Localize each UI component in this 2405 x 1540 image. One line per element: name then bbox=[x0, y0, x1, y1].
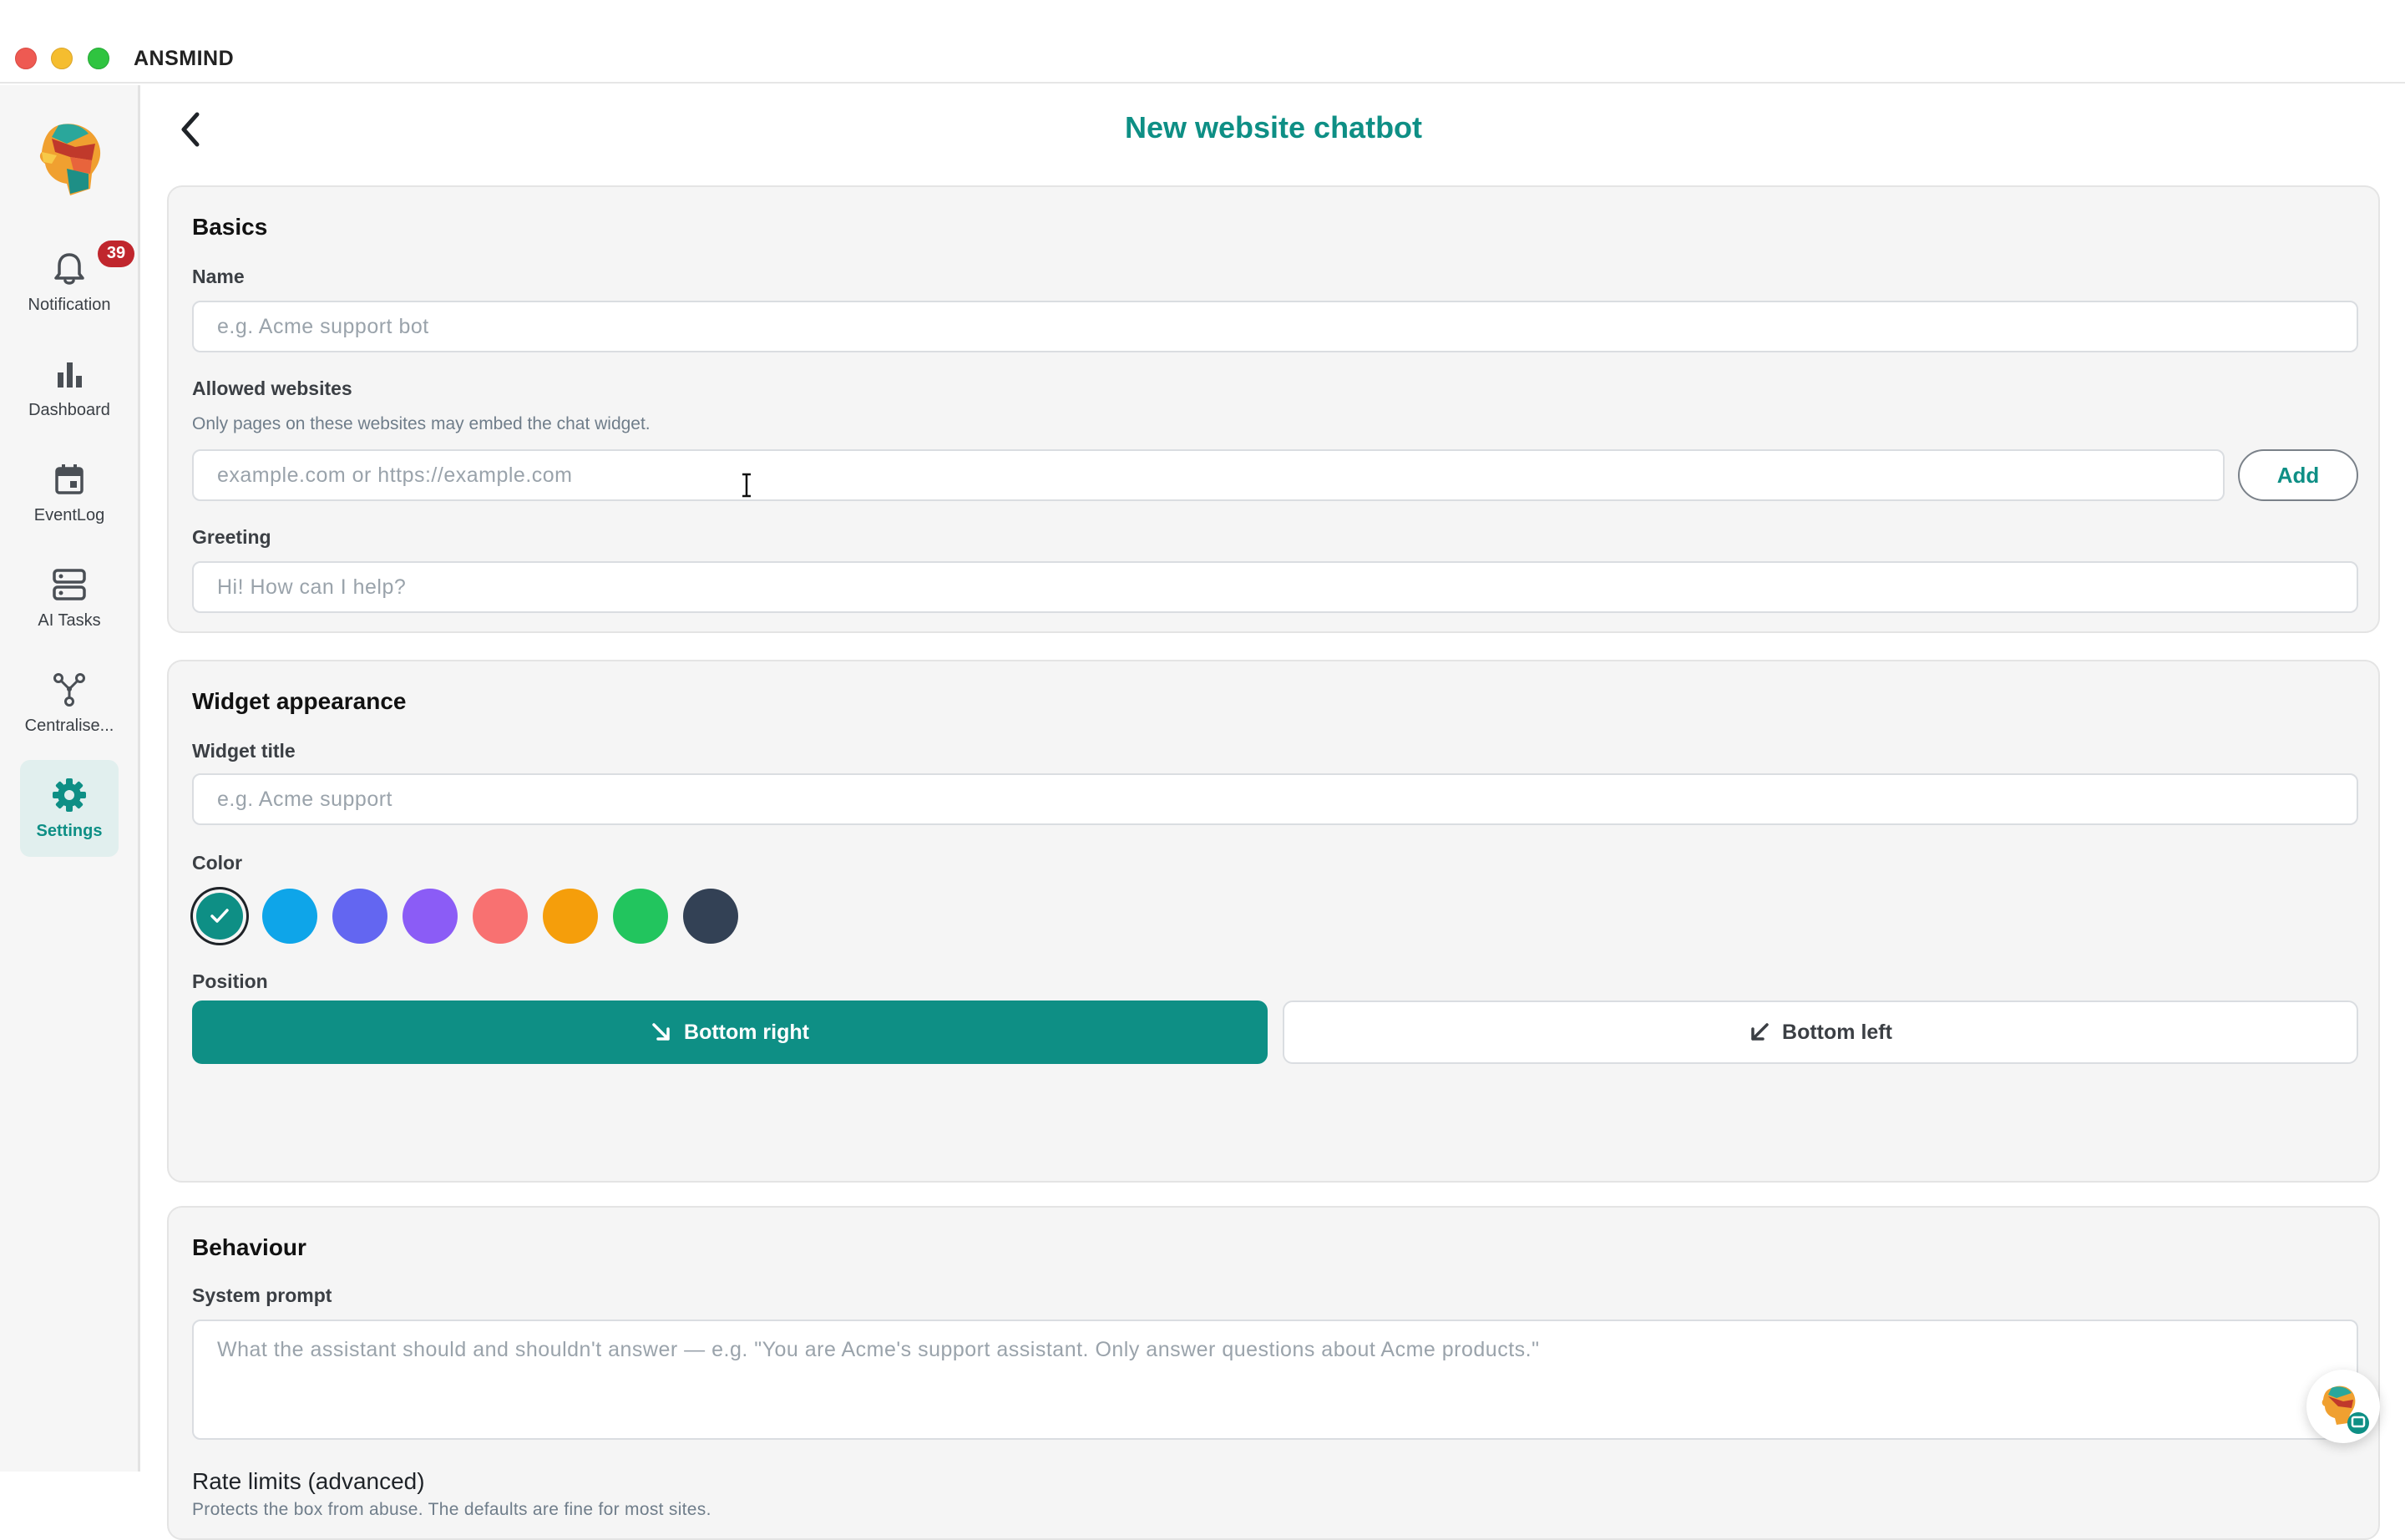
page-title: New website chatbot bbox=[1124, 110, 1423, 144]
greeting-label: Greeting bbox=[192, 526, 271, 548]
color-swatch[interactable] bbox=[473, 889, 528, 944]
website-input[interactable] bbox=[192, 449, 2225, 501]
close-window-button[interactable] bbox=[15, 48, 37, 69]
position-label-text: Bottom left bbox=[1782, 1020, 1892, 1044]
basics-title: Basics bbox=[192, 214, 268, 240]
system-prompt-label: System prompt bbox=[192, 1284, 332, 1306]
add-website-button[interactable]: Add bbox=[2238, 449, 2358, 501]
sidebar-item-notification[interactable]: 39 Notification bbox=[20, 234, 134, 331]
behaviour-title: Behaviour bbox=[192, 1234, 306, 1260]
main-content: New website chatbot Basics Name Allowed … bbox=[142, 85, 2405, 1540]
sidebar-item-settings[interactable]: Settings bbox=[20, 760, 119, 857]
sidebar-item-dashboard[interactable]: Dashboard bbox=[20, 339, 119, 436]
sidebar-item-label: EventLog bbox=[33, 505, 105, 524]
sidebar-item-label: Centralise... bbox=[24, 716, 114, 735]
color-swatch[interactable] bbox=[613, 889, 668, 944]
arrow-down-left-icon bbox=[1751, 1023, 1769, 1041]
color-swatch[interactable] bbox=[683, 889, 738, 944]
chat-bot-icon bbox=[2321, 1385, 2369, 1434]
maximize-window-button[interactable] bbox=[88, 48, 109, 69]
name-input[interactable] bbox=[192, 301, 2358, 352]
check-icon bbox=[196, 893, 243, 940]
bell-icon: 39 bbox=[51, 240, 134, 287]
system-prompt-textarea[interactable] bbox=[192, 1320, 2358, 1440]
color-swatch[interactable] bbox=[332, 889, 387, 944]
position-label: Position bbox=[192, 970, 268, 992]
allowed-websites-help: Only pages on these websites may embed t… bbox=[192, 414, 651, 433]
network-icon bbox=[51, 671, 88, 708]
sidebar-item-label: Dashboard bbox=[28, 400, 110, 419]
color-swatch-selected[interactable] bbox=[196, 893, 243, 940]
calendar-icon bbox=[51, 461, 88, 498]
title-bar bbox=[0, 35, 2405, 84]
basics-card: Basics Name Allowed websites Only pages … bbox=[167, 185, 2380, 633]
position-bottom-right-button[interactable]: Bottom right bbox=[192, 1000, 1268, 1064]
sidebar-item-eventlog[interactable]: EventLog bbox=[20, 444, 119, 541]
server-icon bbox=[51, 566, 88, 603]
widget-title-input[interactable] bbox=[192, 773, 2358, 825]
sidebar-item-centralise[interactable]: Centralise... bbox=[20, 655, 119, 752]
name-label: Name bbox=[192, 266, 245, 287]
color-swatch[interactable] bbox=[403, 889, 458, 944]
sidebar-item-ai-tasks[interactable]: AI Tasks bbox=[20, 550, 119, 646]
rate-limits-toggle[interactable]: Rate limits (advanced) bbox=[192, 1468, 425, 1495]
position-bottom-left-button[interactable]: Bottom left bbox=[1283, 1000, 2358, 1064]
notification-badge: 39 bbox=[98, 240, 134, 267]
greeting-input[interactable] bbox=[192, 561, 2358, 613]
sidebar-item-label: Settings bbox=[36, 821, 103, 840]
app-title: ANSMIND bbox=[134, 47, 235, 70]
widget-title-label: Widget title bbox=[192, 740, 296, 762]
color-swatch[interactable] bbox=[262, 889, 317, 944]
minimize-window-button[interactable] bbox=[51, 48, 73, 69]
chat-widget-button[interactable] bbox=[2306, 1370, 2380, 1443]
color-swatch[interactable] bbox=[543, 889, 598, 944]
sidebar: 39 Notification Dashboard EventLog AI Ta… bbox=[0, 85, 140, 1472]
position-label-text: Bottom right bbox=[684, 1020, 809, 1044]
widget-appearance-title: Widget appearance bbox=[192, 688, 407, 714]
text-cursor-icon bbox=[742, 473, 751, 498]
widget-appearance-card: Widget appearance Widget title Color Pos… bbox=[167, 660, 2380, 1183]
bar-chart-icon bbox=[51, 356, 88, 393]
gear-icon bbox=[51, 777, 88, 813]
behaviour-card: Behaviour System prompt Rate limits (adv… bbox=[167, 1206, 2380, 1540]
arrow-down-right-icon bbox=[652, 1023, 670, 1041]
sidebar-item-label: Notification bbox=[28, 295, 111, 314]
app-window: ANSMIND 39 Notification Dashboard EventL… bbox=[0, 0, 2405, 1540]
sidebar-item-label: AI Tasks bbox=[38, 610, 101, 630]
app-logo[interactable] bbox=[33, 119, 105, 199]
allowed-websites-label: Allowed websites bbox=[192, 377, 352, 399]
color-label: Color bbox=[192, 852, 243, 874]
